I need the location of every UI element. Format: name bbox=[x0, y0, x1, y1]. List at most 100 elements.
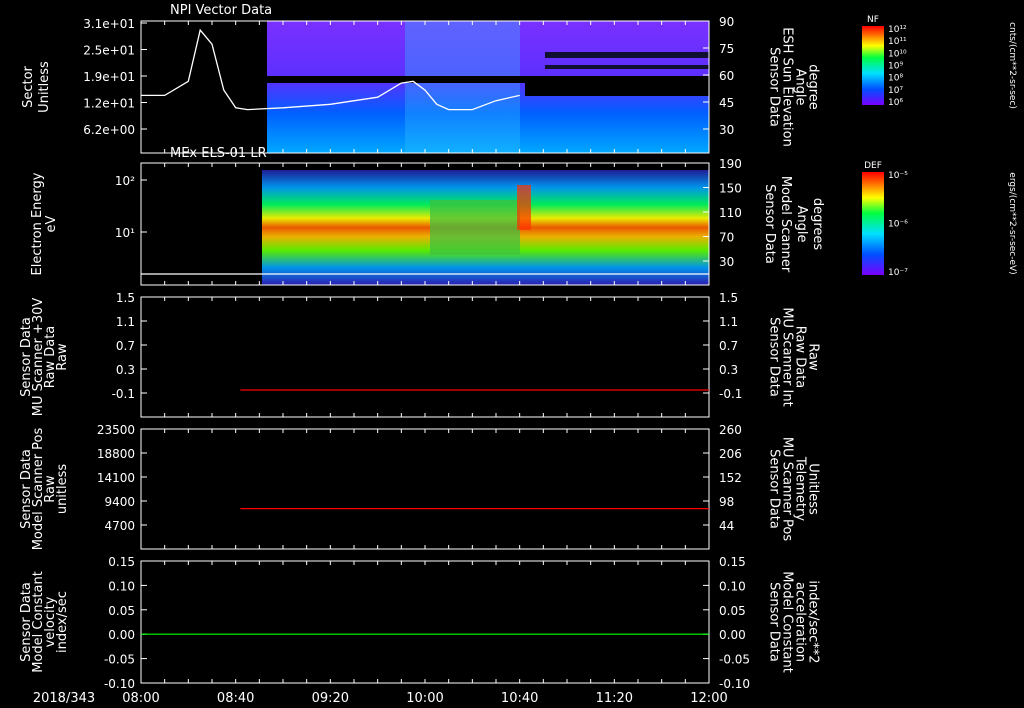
y2-axis-label: degree bbox=[806, 64, 821, 110]
y-tick-label: 9400 bbox=[104, 495, 135, 509]
colorbar-tick-label: 10¹⁰ bbox=[888, 49, 907, 59]
y-tick-label: 0.3 bbox=[116, 363, 135, 377]
y2-tick-label: 60 bbox=[719, 69, 734, 83]
npi-data-gap bbox=[545, 52, 709, 58]
x-tick-label: 10:40 bbox=[501, 691, 538, 706]
colorbar-tick-label: 10⁷ bbox=[888, 86, 903, 96]
y2-axis-label: Sensor Data bbox=[767, 47, 782, 127]
y2-tick-label: 75 bbox=[719, 42, 734, 56]
y-tick-label: 0.10 bbox=[108, 579, 135, 593]
colorbar-tick-label: 10⁻⁶ bbox=[888, 220, 908, 230]
y2-tick-label: 260 bbox=[719, 423, 742, 437]
x-tick-label: 09:20 bbox=[312, 691, 349, 706]
y-tick-label: 14100 bbox=[97, 471, 135, 485]
els-heatmap-feature bbox=[430, 200, 520, 255]
colorbar bbox=[862, 26, 884, 105]
y2-axis-label: Angle bbox=[793, 69, 808, 106]
y2-tick-label: 90 bbox=[719, 15, 734, 29]
y2-tick-label: -0.10 bbox=[719, 677, 750, 691]
date-label: 2018/343 bbox=[33, 691, 95, 706]
y2-axis-label: Raw bbox=[806, 343, 821, 371]
y-tick-label: 1.2e+01 bbox=[83, 97, 135, 111]
y-tick-label: 6.2e+00 bbox=[83, 123, 135, 137]
colorbar-label: DEF bbox=[864, 161, 882, 171]
npi-data-gap bbox=[267, 76, 709, 83]
y2-axis-label: Sensor Data bbox=[767, 317, 782, 397]
y2-axis-label: acceleration bbox=[793, 582, 808, 662]
colorbar-tick-label: 10⁹ bbox=[888, 62, 903, 72]
y2-tick-label: 0.10 bbox=[719, 579, 746, 593]
colorbar bbox=[862, 172, 884, 275]
npi-heatmap-feature bbox=[405, 21, 520, 153]
panel-frame bbox=[140, 296, 710, 418]
y-tick-label: -0.1 bbox=[112, 387, 135, 401]
y2-tick-label: 30 bbox=[719, 123, 734, 137]
panel-title: MEx ELS-01 LR bbox=[170, 146, 267, 161]
x-tick-label: 11:20 bbox=[596, 691, 633, 706]
y2-axis-label: Sensor Data bbox=[767, 449, 782, 529]
npi-data-gap bbox=[545, 65, 709, 69]
y-tick-label: 2.5e+01 bbox=[83, 44, 135, 58]
x-tick-label: 12:00 bbox=[690, 691, 727, 706]
y2-axis-label: Sensor Data bbox=[767, 582, 782, 662]
y-tick-label: 1.5 bbox=[116, 291, 135, 305]
y2-tick-label: 0.15 bbox=[719, 555, 746, 569]
y2-axis-label: index/sec**2 bbox=[806, 580, 821, 663]
y-tick-label: -0.05 bbox=[104, 653, 135, 667]
x-tick-label: 08:00 bbox=[122, 691, 159, 706]
y2-axis-label: Model Scanner bbox=[778, 176, 793, 273]
npi-data-gap bbox=[525, 83, 709, 96]
y2-tick-label: 1.1 bbox=[719, 315, 738, 329]
y-tick-label: 0.00 bbox=[108, 628, 135, 642]
colorbar-tick-label: 10¹² bbox=[888, 25, 907, 35]
y2-axis-label: degrees bbox=[810, 198, 825, 251]
y-tick-label: 0.15 bbox=[108, 555, 135, 569]
y2-axis-label: Model Constant bbox=[780, 571, 795, 673]
y2-tick-label: 150 bbox=[719, 182, 742, 196]
y2-tick-label: -0.1 bbox=[719, 387, 742, 401]
y2-tick-label: 70 bbox=[719, 231, 734, 245]
y2-tick-label: 152 bbox=[719, 471, 742, 485]
els-heatmap-feature bbox=[517, 185, 531, 230]
y-tick-label: 0.7 bbox=[116, 339, 135, 353]
y-tick-label: 1.1 bbox=[116, 315, 135, 329]
y-axis-label: unitless bbox=[55, 464, 70, 515]
y-tick-label: 4700 bbox=[104, 519, 135, 533]
x-tick-label: 10:00 bbox=[406, 691, 443, 706]
y2-axis-label: Angle bbox=[794, 206, 809, 243]
colorbar-units: cnts/(cm**2-sr-sec) bbox=[1007, 22, 1017, 109]
y-axis-label: index/sec bbox=[55, 591, 70, 653]
y-tick-label: 0.05 bbox=[108, 604, 135, 618]
colorbar-tick-label: 10⁻⁷ bbox=[888, 268, 908, 278]
x-tick-label: 08:40 bbox=[217, 691, 254, 706]
y2-tick-label: 110 bbox=[719, 206, 742, 220]
y2-tick-label: 0.00 bbox=[719, 628, 746, 642]
y2-tick-label: 0.05 bbox=[719, 604, 746, 618]
y-tick-label: 10¹ bbox=[115, 226, 135, 240]
y2-tick-label: 44 bbox=[719, 519, 734, 533]
y-axis-label: Unitless bbox=[37, 61, 52, 113]
panel-frame bbox=[140, 428, 710, 550]
colorbar-tick-label: 10⁶ bbox=[888, 98, 903, 108]
y2-tick-label: 0.7 bbox=[719, 339, 738, 353]
y2-tick-label: -0.05 bbox=[719, 653, 750, 667]
y2-axis-label: MU Scanner Pos bbox=[780, 437, 795, 542]
y-axis-label: eV bbox=[44, 215, 59, 232]
y2-axis-label: Unitless bbox=[806, 463, 821, 515]
panel-frame bbox=[140, 560, 710, 684]
y-tick-label: -0.10 bbox=[104, 677, 135, 691]
y2-tick-label: 0.3 bbox=[719, 363, 738, 377]
y2-tick-label: 206 bbox=[719, 447, 742, 461]
y2-tick-label: 190 bbox=[719, 157, 742, 171]
y-tick-label: 23500 bbox=[97, 423, 135, 437]
y2-tick-label: 98 bbox=[719, 495, 734, 509]
y2-axis-label: Raw Data bbox=[793, 326, 808, 389]
y-tick-label: 10² bbox=[115, 174, 135, 188]
y2-tick-label: 30 bbox=[719, 255, 734, 269]
instrument-plot: 3.1e+01 2.5e+01 1.9e+01 1.2e+01 6.2e+00 90 75 6… bbox=[19, 3, 1017, 706]
y-axis-label: Raw bbox=[55, 343, 70, 371]
colorbar-tick-label: 10¹¹ bbox=[888, 37, 907, 47]
y2-axis-label: MU Scanner Int bbox=[780, 307, 795, 406]
y-axis-label: Electron Energy bbox=[30, 172, 45, 275]
y-axis-label: Sector bbox=[21, 65, 36, 107]
